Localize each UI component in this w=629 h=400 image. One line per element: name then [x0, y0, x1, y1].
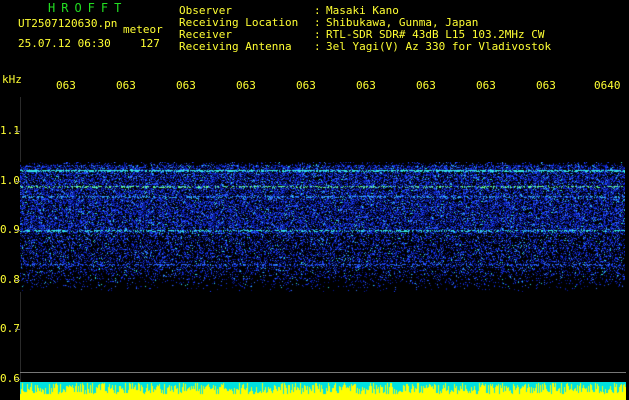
app-title: HROFFT	[48, 1, 128, 15]
meteor-count: 127	[140, 37, 160, 50]
colon: :	[314, 40, 321, 53]
time-tick-label: 063	[356, 79, 376, 92]
time-tick-label: 063	[176, 79, 196, 92]
time-tick-label: 063	[236, 79, 256, 92]
time-tick-label: 063	[416, 79, 436, 92]
meteor-label: meteor	[123, 23, 163, 36]
time-tick-label: 063	[56, 79, 76, 92]
antenna-label: Receiving Antenna	[179, 40, 292, 53]
date-time: 25.07.12 06:30	[18, 37, 111, 50]
time-tick-label: 063	[116, 79, 136, 92]
frequency-unit-label: kHz	[2, 73, 22, 86]
baseline-line	[20, 372, 626, 373]
time-tick-label: 0640	[594, 79, 621, 92]
antenna-value: 3el Yagi(V) Az 330 for Vladivostok	[326, 40, 552, 53]
file-name: UT2507120630.pn	[18, 17, 118, 30]
time-tick-label: 063	[296, 79, 316, 92]
time-tick-label: 063	[536, 79, 556, 92]
time-tick-label: 063	[476, 79, 496, 92]
signal-level-strip	[20, 382, 626, 400]
spectrogram-image	[20, 162, 625, 292]
